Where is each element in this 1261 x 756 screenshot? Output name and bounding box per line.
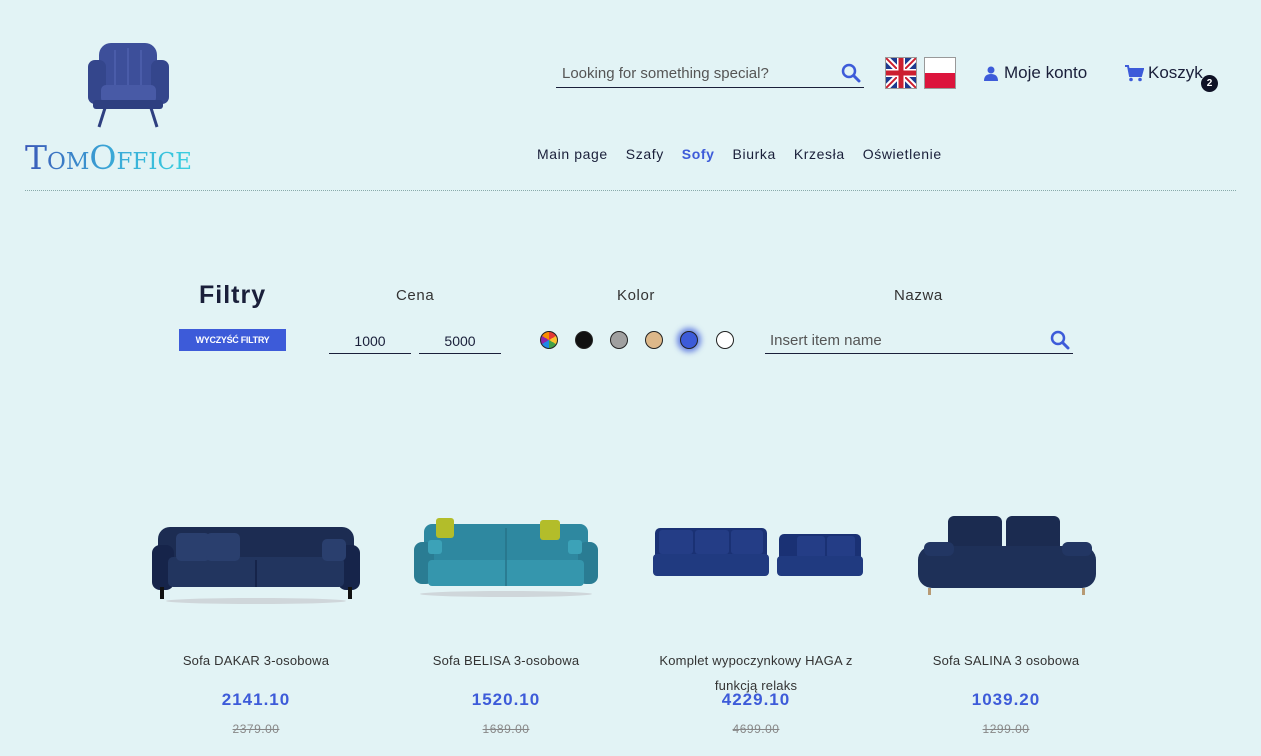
account-label: Moje konto [1004,63,1088,82]
price-max-input[interactable] [419,328,501,354]
header-divider [25,190,1236,191]
product-image[interactable] [141,490,371,620]
product-card[interactable]: Sofa SALINA 3 osobowa 1039.20 1299.00 [891,490,1121,736]
product-image[interactable] [641,490,871,620]
search-icon[interactable] [1050,330,1070,355]
site-search [556,60,864,88]
color-filter-label: Kolor [617,287,656,304]
brand-logo[interactable]: TomOffice [25,38,240,178]
main-nav: Main page Szafy Sofy Biurka Krzesła Oświ… [537,146,960,162]
pl-flag-icon[interactable] [924,57,956,89]
price-filter-label: Cena [396,287,435,304]
armchair-icon [88,43,169,128]
cart-count-badge: 2 [1201,75,1218,92]
product-name[interactable]: Sofa BELISA 3-osobowa [391,648,621,673]
color-swatch-all[interactable] [540,331,558,349]
cart-link[interactable]: Koszyk [1125,63,1203,83]
product-price: 4229.10 [721,690,791,709]
product-old-price: 4699.00 [732,722,780,736]
product-card[interactable]: Sofa DAKAR 3-osobowa 2141.10 2379.00 [141,490,371,736]
search-input[interactable] [556,60,826,86]
color-swatch-black[interactable] [575,331,593,349]
product-card[interactable]: Komplet wypoczynkowy HAGA z funkcją rela… [641,490,871,736]
user-icon [984,66,998,81]
product-price: 2141.10 [221,690,291,709]
nav-item-biurka[interactable]: Biurka [733,146,776,162]
product-old-price: 1689.00 [482,722,530,736]
uk-flag-icon[interactable] [883,55,919,91]
cart-icon [1125,64,1144,81]
product-image[interactable] [391,490,621,620]
name-filter [765,326,1073,354]
nav-item-sofy[interactable]: Sofy [682,146,715,162]
product-card[interactable]: Sofa BELISA 3-osobowa 1520.10 1689.00 [391,490,621,736]
color-swatch-gray[interactable] [610,331,628,349]
product-name[interactable]: Sofa DAKAR 3-osobowa [141,648,371,673]
product-price: 1039.20 [971,690,1041,709]
search-icon[interactable] [841,63,861,88]
nav-item-oswietlenie[interactable]: Oświetlenie [863,146,942,162]
name-filter-label: Nazwa [894,287,943,304]
product-image[interactable] [891,490,1121,620]
nav-item-main-page[interactable]: Main page [537,146,608,162]
my-account-link[interactable]: Moje konto [983,63,1087,83]
color-swatch-beige[interactable] [645,331,663,349]
brand-name: TomOffice [25,138,192,177]
price-min-input[interactable] [329,328,411,354]
filters-title: Filtry [199,281,267,309]
color-swatch-blue[interactable] [680,331,698,349]
clear-filters-button[interactable]: WYCZYŚĆ FILTRY [179,329,286,351]
product-old-price: 1299.00 [982,722,1030,736]
item-name-input[interactable] [765,326,1035,354]
nav-item-szafy[interactable]: Szafy [626,146,664,162]
product-price: 1520.10 [471,690,541,709]
product-name[interactable]: Sofa SALINA 3 osobowa [891,648,1121,673]
cart-label: Koszyk [1148,63,1203,82]
nav-item-krzesla[interactable]: Krzesła [794,146,845,162]
color-swatch-white[interactable] [716,331,734,349]
product-old-price: 2379.00 [232,722,280,736]
